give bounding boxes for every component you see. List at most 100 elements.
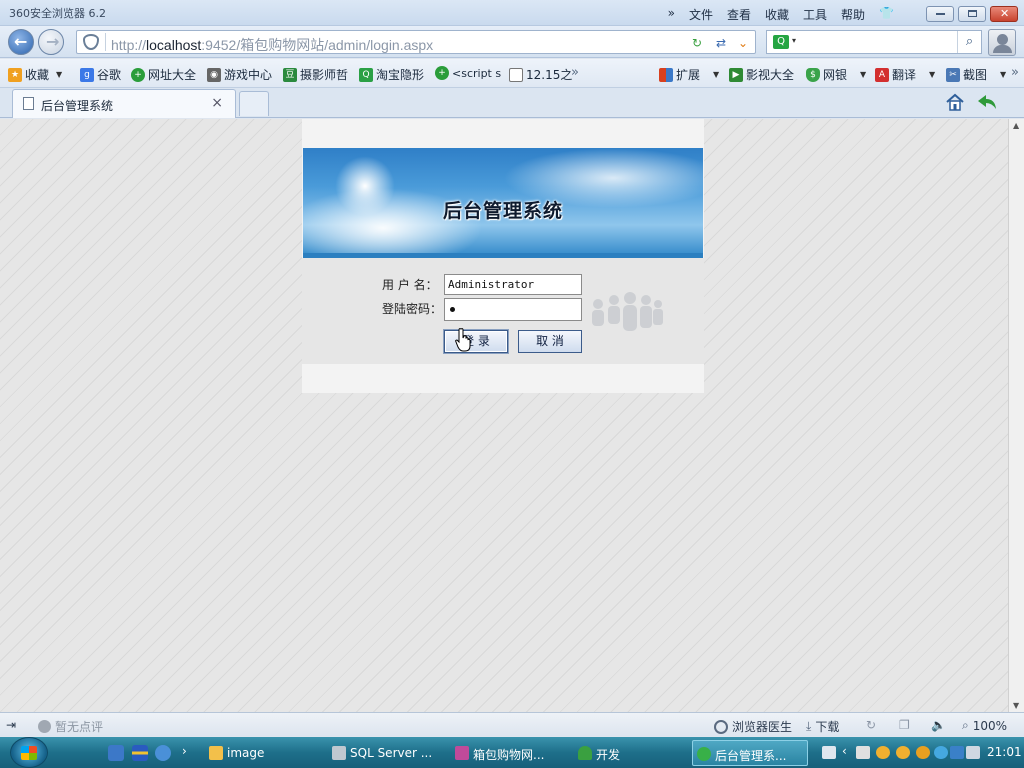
page-rating[interactable]: 暂无点评 (38, 718, 103, 735)
search-icon: Q (359, 67, 373, 82)
top-menu: » 文件 查看 收藏 工具 帮助 👕 (668, 6, 894, 23)
more-bookmarks-icon[interactable]: » (571, 65, 579, 80)
windows-icon[interactable]: ❐ (899, 718, 910, 732)
tab-close-icon[interactable]: × (211, 95, 223, 111)
menu-favorites[interactable]: 收藏 (765, 6, 789, 23)
windows-taskbar: › image SQL Server ... 箱包购物网... 开发 后台管理系… (0, 737, 1024, 768)
apple-icon (38, 720, 51, 733)
browser-doctor[interactable]: 浏览器医生 (714, 718, 792, 735)
more-tools-icon[interactable]: » (1011, 65, 1019, 80)
toolbar-bank[interactable]: $ 网银 ▼ (806, 66, 866, 83)
menu-view[interactable]: 查看 (727, 6, 751, 23)
hand-cursor-icon (455, 328, 471, 352)
menu-file[interactable]: 文件 (689, 6, 713, 23)
quicklaunch-more-icon[interactable]: › (182, 744, 187, 758)
bookmark-favorites[interactable]: ★ 收藏 ▼ (8, 66, 62, 83)
quicklaunch-browser-icon[interactable] (155, 745, 171, 761)
address-divider (105, 33, 106, 51)
quicklaunch-ie-icon[interactable] (108, 745, 124, 761)
scroll-up-icon[interactable]: ▲ (1013, 121, 1019, 130)
address-input[interactable]: http://localhost:9452/箱包购物网站/admin/login… (111, 35, 433, 55)
login-button[interactable]: 登 录 (444, 330, 508, 353)
refresh-icon[interactable]: ↻ (689, 35, 705, 51)
dropdown-chevron-icon[interactable]: ⌄ (735, 35, 751, 51)
minimize-button[interactable] (926, 6, 954, 22)
bookmark-label: 12.15之 (526, 68, 573, 82)
speaker-icon[interactable]: 🔈 (931, 718, 946, 732)
user-avatar[interactable] (988, 29, 1016, 56)
tiger-icon[interactable] (916, 746, 930, 759)
forward-button[interactable]: → (38, 29, 64, 55)
browser-title-bar: 360安全浏览器 6.2 » 文件 查看 收藏 工具 帮助 👕 ✕ (0, 0, 1024, 26)
return-arrow-icon[interactable] (976, 93, 998, 111)
download-manager[interactable]: ⤓ 下载 (806, 718, 839, 735)
bookmark-label: 游戏中心 (224, 68, 273, 82)
zoom-control[interactable]: ⌕ 100% (962, 718, 1007, 733)
users-watermark-icon (592, 292, 663, 331)
menu-help[interactable]: 帮助 (841, 6, 865, 23)
password-field[interactable] (444, 298, 582, 321)
scroll-down-icon[interactable]: ▼ (1013, 701, 1019, 710)
tree-icon (578, 746, 592, 760)
username-field[interactable]: Administrator (444, 274, 582, 295)
search-magnifier-icon[interactable]: ⌕ (957, 31, 981, 53)
minimize-icon (936, 13, 945, 15)
bookmark-script[interactable]: + <script s (435, 66, 501, 80)
menu-tools[interactable]: 工具 (803, 6, 827, 23)
address-protocol: http:// (111, 37, 147, 53)
task-sql-server[interactable]: SQL Server ... (328, 740, 446, 766)
security-shield-icon[interactable] (83, 34, 99, 50)
more-chevron-icon[interactable]: » (668, 6, 675, 23)
zoom-magnifier-icon: ⌕ (962, 718, 969, 732)
new-tab-button[interactable] (239, 91, 269, 116)
refresh-status-icon[interactable]: ↻ (866, 718, 876, 732)
sidebar-toggle-icon[interactable]: ⇥ (6, 718, 16, 732)
task-image-folder[interactable]: image (205, 740, 323, 766)
skin-shirt-icon[interactable]: 👕 (879, 6, 894, 23)
clock[interactable]: 21:01 (987, 745, 1022, 759)
globe-icon[interactable] (934, 746, 948, 759)
bookmark-photographer[interactable]: 豆 摄影师哲 (283, 66, 348, 83)
monitor-icon[interactable] (950, 746, 964, 759)
bookmark-label: <script s (452, 66, 502, 80)
bookmark-label: 摄影师哲 (300, 68, 349, 82)
back-button[interactable]: ← (8, 29, 34, 55)
qq-icon[interactable] (896, 746, 910, 759)
home-icon[interactable] (946, 93, 964, 111)
toolbar-video[interactable]: ▶ 影视大全 (729, 66, 794, 83)
bookmark-taobao[interactable]: Q 淘宝隐形 (359, 66, 424, 83)
task-visual-studio[interactable]: 箱包购物网... (451, 740, 569, 766)
address-path: :9452/箱包购物网站/admin/login.aspx (201, 37, 434, 53)
keyboard-icon[interactable] (822, 746, 836, 759)
rating-label: 暂无点评 (55, 720, 104, 734)
toolbar-translate[interactable]: A 翻译 ▼ (875, 66, 935, 83)
cancel-button[interactable]: 取 消 (518, 330, 582, 353)
tab-bar: 后台管理系统 × (0, 88, 1024, 118)
task-dev-folder[interactable]: 开发 (574, 740, 684, 766)
search-box[interactable]: Q ▾ ⌕ (766, 30, 982, 54)
restore-button[interactable] (958, 6, 986, 22)
qq-icon[interactable] (876, 746, 890, 759)
start-button[interactable] (10, 737, 48, 768)
close-window-button[interactable]: ✕ (990, 6, 1018, 22)
compat-mode-icon[interactable]: ⇄ (713, 35, 729, 51)
tray-expand-icon[interactable]: ‹ (842, 744, 847, 758)
douban-icon: 豆 (283, 67, 297, 82)
tab-admin-login[interactable]: 后台管理系统 × (12, 89, 236, 118)
banner-title: 后台管理系统 (442, 200, 563, 222)
engine-dropdown-icon[interactable]: ▾ (792, 36, 796, 45)
browser-360-icon (697, 747, 711, 761)
toolbar-screenshot[interactable]: ✂ 截图 ▼ (946, 66, 1006, 83)
bookmark-google[interactable]: g 谷歌 (80, 66, 121, 83)
volume-icon[interactable] (966, 746, 980, 759)
bookmark-url-navigator[interactable]: + 网址大全 (131, 66, 196, 83)
bookmark-12-15[interactable]: 12.15之 (509, 66, 572, 83)
address-bar[interactable]: http://localhost:9452/箱包购物网站/admin/login… (76, 30, 756, 54)
task-browser[interactable]: 后台管理系... (692, 740, 808, 766)
toolbar-extensions[interactable]: 扩展 ▼ (659, 66, 719, 83)
search-engine-icon[interactable]: Q (773, 35, 789, 49)
bookmark-game-center[interactable]: ◉ 游戏中心 (207, 66, 272, 83)
quicklaunch-flag-icon[interactable] (132, 745, 148, 761)
network-tray-icon[interactable] (856, 746, 870, 759)
vertical-scrollbar[interactable]: ▲ ▼ (1008, 119, 1024, 712)
